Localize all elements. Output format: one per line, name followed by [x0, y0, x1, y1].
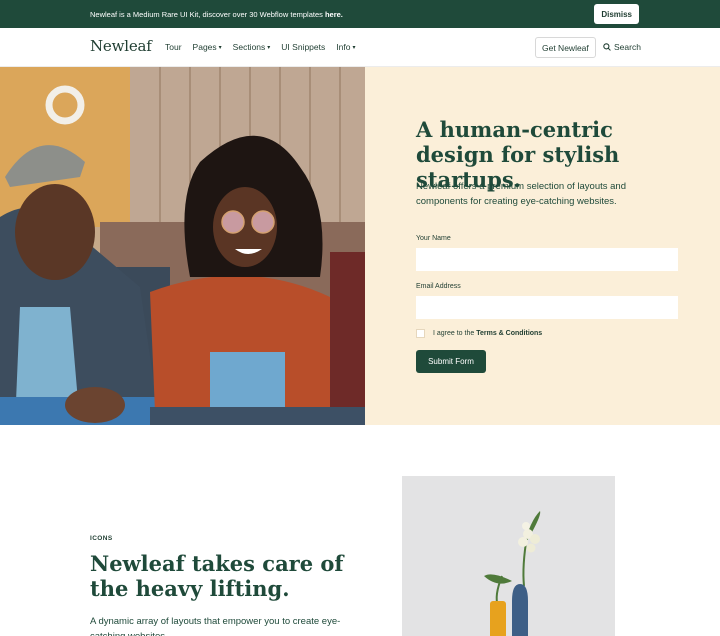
hero-photo [0, 67, 365, 425]
chevron-down-icon: ▾ [352, 44, 356, 51]
terms-text: I agree to the Terms & Conditions [433, 330, 542, 337]
submit-form-button[interactable]: Submit Form [416, 350, 486, 373]
terms-checkbox[interactable] [416, 329, 425, 338]
hero-subtitle: Newleaf offers a premium selection of la… [416, 181, 626, 207]
section-title: Newleaf takes care of the heavy lifting. [90, 551, 344, 601]
terms-link[interactable]: Terms & Conditions [476, 330, 542, 337]
search-label: Search [614, 42, 641, 52]
nav-item-label: Tour [165, 42, 182, 52]
chevron-down-icon: ▾ [267, 44, 271, 51]
top-nav: Newleaf Tour Pages ▾ Sections ▾ UI Snipp… [0, 28, 720, 67]
email-label: Email Address [416, 283, 461, 290]
get-newleaf-button[interactable]: Get Newleaf [535, 37, 596, 58]
name-field[interactable] [416, 248, 678, 271]
nav-item-sections[interactable]: Sections ▾ [233, 42, 271, 52]
terms-prefix: I agree to the [433, 330, 475, 337]
search-button[interactable]: Search [603, 42, 641, 52]
nav-item-tour[interactable]: Tour [165, 42, 182, 52]
announcement-link[interactable]: here. [325, 10, 343, 19]
nav-item-label: Sections [232, 42, 266, 52]
nav-links: Tour Pages ▾ Sections ▾ UI Snippets Info… [165, 42, 355, 52]
email-field[interactable] [416, 296, 678, 319]
hero-panel: A human-centric design for stylish start… [365, 67, 720, 425]
nav-item-pages[interactable]: Pages ▾ [193, 42, 222, 52]
plant-photo-illustration [402, 476, 615, 636]
announcement-text: Newleaf is a Medium Rare UI Kit, discove… [90, 9, 323, 19]
nav-item-info[interactable]: Info ▾ [336, 42, 355, 52]
nav-item-label: Info [336, 42, 351, 52]
announcement-bar: Newleaf is a Medium Rare UI Kit, discove… [0, 0, 720, 28]
section-eyebrow: ICONS [90, 535, 113, 542]
search-icon [603, 43, 611, 51]
plant-photo [402, 476, 615, 636]
chevron-down-icon: ▾ [218, 44, 222, 51]
dismiss-button[interactable]: Dismiss [594, 4, 639, 24]
nav-item-label: UI Snippets [281, 42, 326, 52]
terms-row: I agree to the Terms & Conditions [416, 329, 542, 338]
nav-item-label: Pages [192, 42, 217, 52]
hero-photo-illustration [0, 67, 365, 425]
nav-item-ui-snippets[interactable]: UI Snippets [281, 42, 325, 52]
section-body: A dynamic array of layouts that empower … [90, 616, 341, 636]
name-label: Your Name [416, 235, 451, 242]
announcement-message: Newleaf is a Medium Rare UI Kit, discove… [90, 10, 630, 19]
logo[interactable]: Newleaf [90, 37, 152, 55]
